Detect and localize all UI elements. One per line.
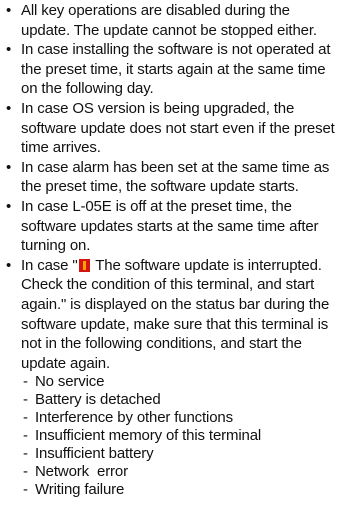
condition-text: Writing failure (35, 481, 125, 499)
condition-text: Insufficient memory of this terminal (35, 427, 262, 445)
conditions-list: No service Battery is detached Interfere… (21, 373, 335, 499)
condition-text: Network error (35, 463, 128, 481)
condition-no-service: No service (21, 373, 335, 391)
notes-list: All key operations are disabled during t… (4, 1, 335, 499)
note-item-os-upgrade: In case OS version is being upgraded, th… (4, 99, 335, 158)
condition-interference: Interference by other functions (21, 409, 335, 427)
condition-text: No service (35, 373, 105, 391)
note-item-power-off: In case L-05E is off at the preset time,… (4, 197, 335, 256)
condition-text: Interference by other functions (35, 409, 233, 427)
condition-text: Battery is detached (35, 391, 161, 409)
condition-writing-failure: Writing failure (21, 481, 335, 499)
condition-network-error: Network error (21, 463, 335, 481)
note-item-interrupted: In case " The software update is interru… (4, 256, 335, 500)
document-body: All key operations are disabled during t… (0, 0, 339, 499)
note-item-alarm: In case alarm has been set at the same t… (4, 158, 335, 197)
warning-icon (78, 258, 90, 272)
condition-insufficient-memory: Insufficient memory of this terminal (21, 427, 335, 445)
note-item-key-operations: All key operations are disabled during t… (4, 1, 335, 40)
condition-insufficient-battery: Insufficient battery (21, 445, 335, 463)
note-item-retry-next-day: In case installing the software is not o… (4, 40, 335, 99)
interrupt-text-before: In case " (21, 256, 78, 274)
condition-text: Insufficient battery (35, 445, 154, 463)
condition-battery-detached: Battery is detached (21, 391, 335, 409)
